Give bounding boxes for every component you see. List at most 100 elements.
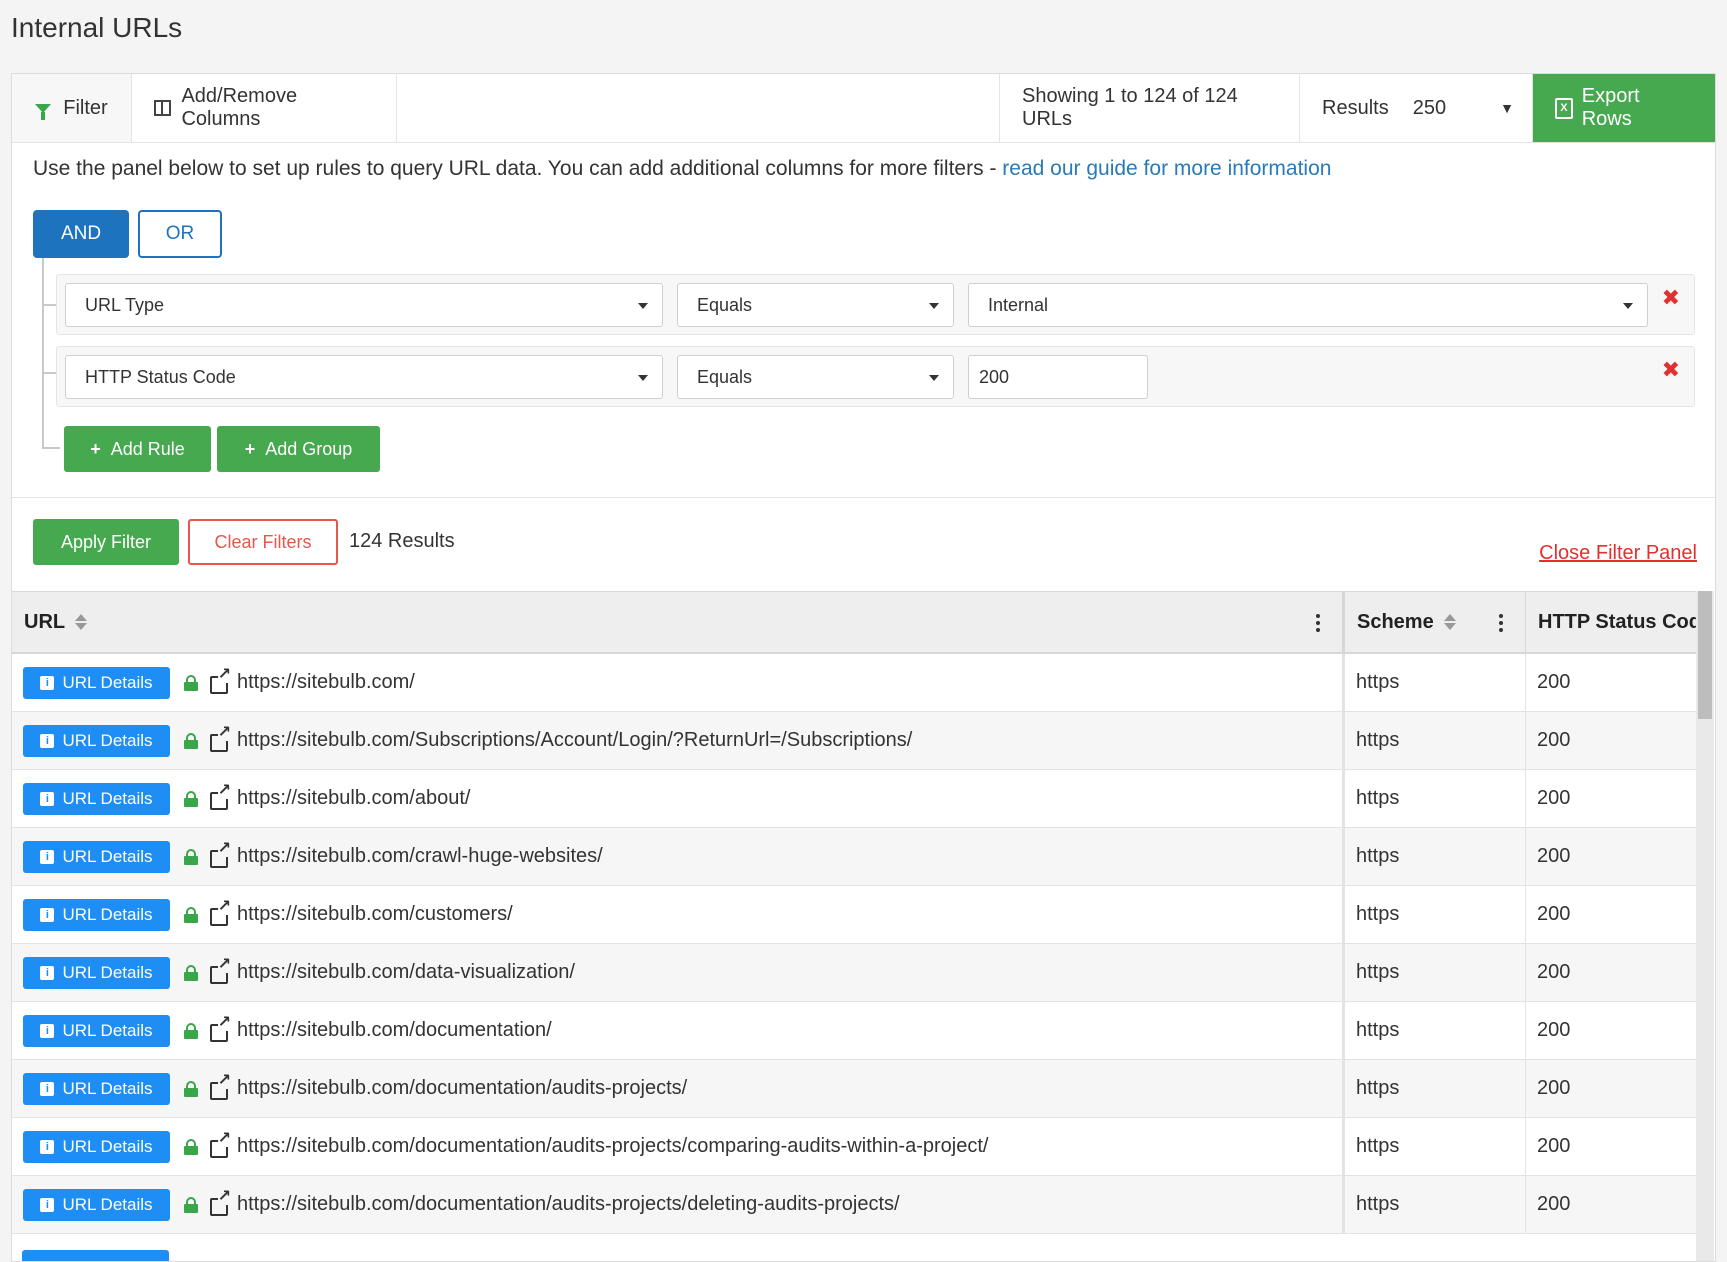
- url-details-label: URL Details: [62, 1078, 153, 1098]
- caret-down-icon: [638, 375, 648, 381]
- close-filter-panel-link[interactable]: Close Filter Panel: [1539, 542, 1697, 565]
- filter-rule-row: HTTP Status Code Equals 200 ✖: [56, 346, 1695, 407]
- scheme-cell: https: [1343, 828, 1526, 885]
- url-details-button[interactable]: i URL Details: [23, 840, 170, 873]
- add-group-button[interactable]: + Add Group: [217, 426, 380, 472]
- scheme-cell: https: [1343, 1060, 1526, 1117]
- url-details-button[interactable]: i URL Details: [23, 724, 170, 757]
- rule-value-input[interactable]: 200: [968, 355, 1148, 399]
- table-row: i URL Details https://sitebulb.com/data-vi…: [12, 944, 1697, 1002]
- url-text: https://sitebulb.com/documentation/audit…: [237, 1193, 900, 1215]
- url-cell: i URL Details https://sitebulb.com/: [12, 654, 1343, 711]
- external-link-icon[interactable]: [210, 1015, 231, 1042]
- external-link-icon[interactable]: [210, 667, 231, 694]
- tree-connector: [42, 304, 56, 306]
- guide-link[interactable]: read our guide for more information: [1002, 157, 1331, 180]
- url-details-label: URL Details: [62, 1136, 153, 1156]
- sort-icon[interactable]: [75, 614, 88, 630]
- apply-filter-button[interactable]: Apply Filter: [33, 519, 179, 565]
- url-details-button[interactable]: i URL Details: [23, 1072, 170, 1105]
- url-details-button[interactable]: i URL Details: [23, 1188, 170, 1221]
- info-icon: i: [40, 965, 55, 980]
- plus-icon: +: [244, 438, 256, 459]
- status-cell: 200: [1537, 961, 1571, 983]
- rule-field-value: HTTP Status Code: [85, 366, 236, 387]
- external-link-icon[interactable]: [210, 1189, 231, 1216]
- divider: [12, 497, 1715, 498]
- vertical-scrollbar[interactable]: [1696, 591, 1714, 1261]
- delete-rule-icon[interactable]: ✖: [1662, 285, 1680, 311]
- export-rows-button[interactable]: X Export Rows: [1533, 74, 1715, 142]
- url-details-button[interactable]: i URL Details: [23, 1014, 170, 1047]
- column-menu-icon[interactable]: [1499, 614, 1503, 632]
- add-rule-button[interactable]: + Add Rule: [64, 426, 211, 472]
- url-text: https://sitebulb.com/customers/: [237, 903, 513, 925]
- table-row: i URL Details https://sitebulb.com/https 20…: [12, 654, 1697, 712]
- results-per-page-select[interactable]: Results 250 ▼: [1300, 74, 1533, 142]
- rule-operator-select[interactable]: Equals: [677, 283, 954, 327]
- lock-icon: [184, 906, 198, 923]
- rule-value-select[interactable]: Internal: [968, 283, 1648, 327]
- external-link-icon[interactable]: [210, 1073, 231, 1100]
- url-details-label: URL Details: [62, 672, 153, 692]
- url-cell: i URL Details https://sitebulb.com/documen…: [12, 1176, 1343, 1233]
- or-button[interactable]: OR: [138, 210, 222, 258]
- scheme-cell: https: [1343, 654, 1526, 711]
- url-cell: i URL Details https://sitebulb.com/data-vi…: [12, 944, 1343, 1001]
- external-link-icon[interactable]: [210, 1131, 231, 1158]
- external-link-icon[interactable]: [210, 783, 231, 810]
- urls-panel: Filter Add/Remove Columns Showing 1 to 1…: [11, 73, 1716, 1262]
- external-link-icon[interactable]: [210, 899, 231, 926]
- rule-operator-select[interactable]: Equals: [677, 355, 954, 399]
- caret-down-icon: [929, 303, 939, 309]
- url-details-button[interactable]: [22, 1250, 169, 1261]
- lock-icon: [184, 1080, 198, 1097]
- external-link-icon[interactable]: [210, 841, 231, 868]
- url-details-button[interactable]: i URL Details: [23, 782, 170, 815]
- rule-field-select[interactable]: URL Type: [65, 283, 663, 327]
- column-header-http-status[interactable]: HTTP Status Cod: [1526, 592, 1697, 652]
- url-details-button[interactable]: i URL Details: [23, 956, 170, 989]
- url-text: https://sitebulb.com/documentation/audit…: [237, 1135, 989, 1157]
- table-row: i URL Details https://sitebulb.com/crawl-h…: [12, 828, 1697, 886]
- column-header-label: Scheme: [1357, 610, 1434, 633]
- sort-icon[interactable]: [1443, 614, 1456, 630]
- info-icon: i: [40, 1081, 55, 1096]
- status-cell: 200: [1537, 903, 1571, 925]
- url-details-label: URL Details: [62, 730, 153, 750]
- status-cell: 200: [1537, 729, 1571, 751]
- url-text: https://sitebulb.com/documentation/: [237, 1019, 552, 1041]
- filter-tab[interactable]: Filter: [12, 74, 132, 142]
- rule-field-select[interactable]: HTTP Status Code: [65, 355, 663, 399]
- toolbar: Filter Add/Remove Columns Showing 1 to 1…: [12, 74, 1715, 143]
- status-cell: 200: [1537, 671, 1571, 693]
- status-cell: 200: [1537, 845, 1571, 867]
- delete-rule-icon[interactable]: ✖: [1662, 357, 1680, 383]
- and-button[interactable]: AND: [33, 210, 129, 258]
- url-text: https://sitebulb.com/: [237, 671, 415, 693]
- urls-grid: URL Scheme HTTP Status Cod i URL Details h…: [12, 591, 1697, 1234]
- external-link-icon[interactable]: [210, 725, 231, 752]
- scheme-cell: https: [1343, 770, 1526, 827]
- url-details-button[interactable]: i URL Details: [23, 1130, 170, 1163]
- table-row: i URL Details https://sitebulb.com/about/h…: [12, 770, 1697, 828]
- funnel-icon: [35, 103, 52, 120]
- add-rule-label: Add Rule: [110, 438, 185, 459]
- url-details-label: URL Details: [62, 1194, 153, 1214]
- grid-body: i URL Details https://sitebulb.com/https 20…: [12, 654, 1697, 1234]
- add-remove-columns-button[interactable]: Add/Remove Columns: [132, 74, 397, 142]
- column-menu-icon[interactable]: [1316, 614, 1320, 632]
- clear-filters-button[interactable]: Clear Filters: [188, 519, 338, 565]
- add-remove-columns-label: Add/Remove Columns: [181, 85, 298, 130]
- rule-value: Internal: [988, 294, 1049, 315]
- rule-field-value: URL Type: [85, 294, 165, 315]
- scrollbar-thumb[interactable]: [1698, 591, 1712, 719]
- column-header-url[interactable]: URL: [12, 592, 1343, 652]
- url-details-button[interactable]: i URL Details: [23, 666, 170, 699]
- lock-icon: [184, 1138, 198, 1155]
- column-header-scheme[interactable]: Scheme: [1343, 592, 1526, 652]
- url-cell: i URL Details https://sitebulb.com/custome…: [12, 886, 1343, 943]
- results-label: Results: [1322, 96, 1389, 119]
- url-details-button[interactable]: i URL Details: [23, 898, 170, 931]
- external-link-icon[interactable]: [210, 957, 231, 984]
